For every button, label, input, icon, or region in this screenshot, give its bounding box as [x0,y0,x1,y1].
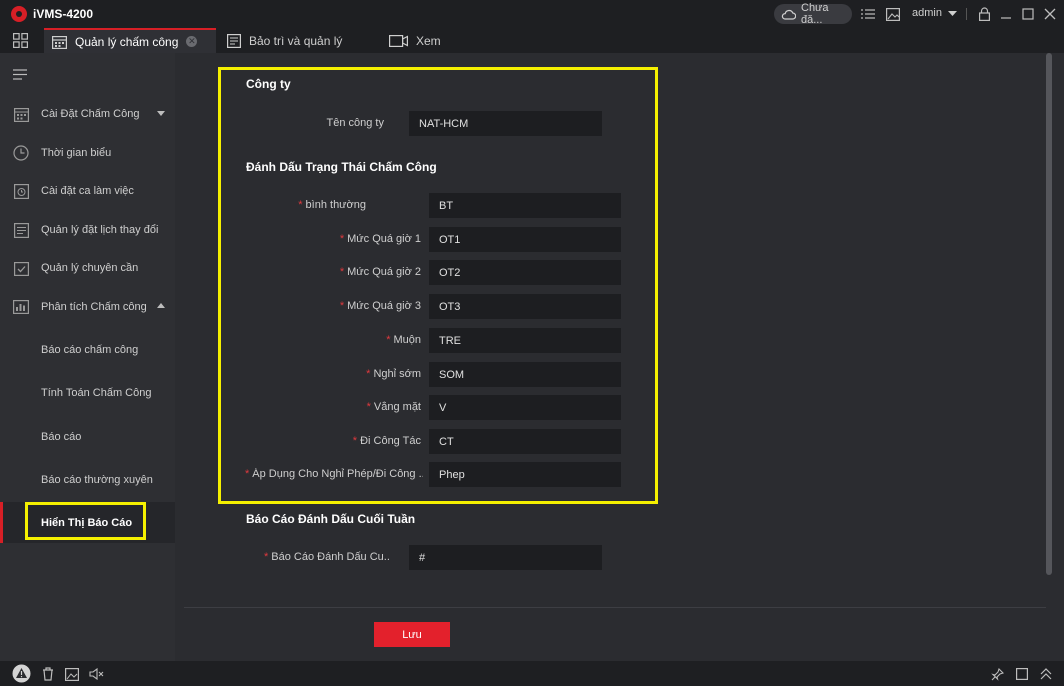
sidebar-item-label: Cài Đặt Chấm Công [41,108,140,120]
shift-icon [12,182,30,200]
sidebar-subitem-attendance-report[interactable]: Báo cáo chấm công [0,330,175,370]
menu-collapse-icon[interactable] [13,69,27,83]
chevron-down-icon[interactable] [944,6,960,22]
image-icon[interactable] [885,6,901,22]
chevron-up-icon [157,303,165,308]
save-button[interactable]: Lưu [374,622,450,647]
clock-icon [12,144,30,162]
sidebar-subitem-report[interactable]: Báo cáo [0,417,175,457]
task-list-icon[interactable] [860,6,876,22]
highlight-box-form [218,67,658,504]
sidebar-item-attendance-settings[interactable]: Cài Đặt Chấm Công [0,95,175,133]
cloud-status-label: Chưa đă... [801,2,829,26]
module-grid-icon[interactable] [12,32,28,48]
cloud-icon [781,9,796,20]
sidebar-subitem-attendance-calculation[interactable]: Tính Toán Chấm Công [0,373,175,413]
sidebar-item-label: Quản lý chuyên cần [41,262,139,274]
lock-icon[interactable] [976,6,992,22]
tab-attendance[interactable]: Quản lý chấm công ✕ [44,28,216,53]
tab-view-label: Xem [416,33,441,48]
calendar-settings-icon [12,105,30,123]
field-label-weekend-mark: * Báo Cáo Đánh Dấu Cu... [264,551,389,563]
tab-close-icon[interactable]: ✕ [186,36,198,47]
alert-icon[interactable] [12,664,31,683]
app-logo-icon [11,6,27,22]
user-name[interactable]: admin [912,7,942,19]
sidebar-item-shift-settings[interactable]: Cài đặt ca làm việc [0,172,175,210]
sidebar-item-label: Quản lý đặt lịch thay đổi [41,224,159,236]
tab-bar: Quản lý chấm công ✕ Bảo trì và quản lý X… [0,28,1064,53]
tab-view[interactable]: Xem [389,28,441,53]
schedule-icon [12,221,30,239]
titlebar-divider [966,8,967,20]
title-bar: iVMS-4200 Chưa đă... admin [0,0,1064,28]
calendar-icon [52,35,67,49]
tab-maintenance-label: Bảo trì và quản lý [249,33,343,48]
sidebar-subitem-scheduled-report[interactable]: Báo cáo thường xuyên [0,460,175,500]
close-icon[interactable] [1042,6,1058,22]
sidebar-item-timetable[interactable]: Thời gian biểu [0,134,175,172]
weekend-section-title: Báo Cáo Đánh Dấu Cuối Tuần [246,512,416,526]
chevron-down-icon [157,111,165,116]
highlight-box-sidebar [25,502,146,540]
maximize-icon[interactable] [1020,6,1036,22]
sidebar-item-schedule-management[interactable]: Quản lý đặt lịch thay đổi [0,211,175,249]
content-scrollbar[interactable] [1046,53,1052,575]
sidebar-item-attendance-management[interactable]: Quản lý chuyên cần [0,249,175,287]
analysis-icon [12,298,30,316]
tab-attendance-label: Quản lý chấm công [75,34,179,49]
footer-divider [184,607,1046,608]
sidebar-item-label: Cài đặt ca làm việc [41,185,134,197]
sidebar-item-label: Phân tích Chấm công [41,301,147,313]
maintenance-icon [227,33,241,48]
tab-maintenance[interactable]: Bảo trì và quản lý [227,28,342,53]
checklist-icon [12,259,30,277]
sidebar-item-label: Thời gian biểu [41,147,112,159]
sidebar-item-attendance-analysis[interactable]: Phân tích Chấm công [0,288,175,326]
chevron-up-double-icon[interactable] [1038,666,1054,682]
app-title: iVMS-4200 [33,7,94,21]
trash-icon[interactable] [40,666,56,682]
pin-icon[interactable] [989,666,1005,682]
weekend-mark-input[interactable]: # [409,545,602,570]
sidebar: Cài Đặt Chấm Công Thời gian biểu Cài đặt… [0,53,175,661]
mute-icon[interactable] [88,666,104,682]
cloud-status-button[interactable]: Chưa đă... [774,2,852,26]
minimize-icon[interactable] [998,6,1014,22]
camera-icon [389,34,408,47]
screenshot-icon[interactable] [64,666,80,682]
window-icon[interactable] [1014,666,1030,682]
status-bar [0,661,1064,686]
